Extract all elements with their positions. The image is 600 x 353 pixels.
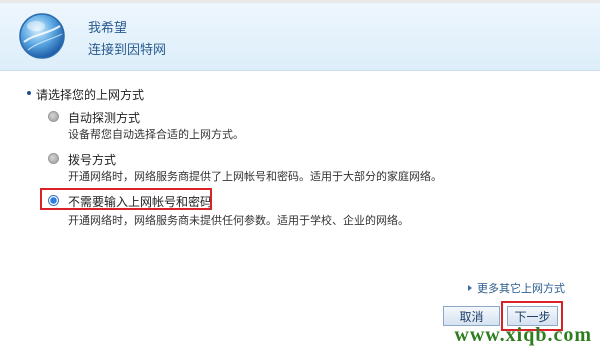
highlight-box-option bbox=[40, 188, 212, 210]
header-title: 我希望 bbox=[88, 21, 128, 36]
option-label: 自动探测方式 bbox=[68, 111, 141, 125]
globe-icon bbox=[19, 13, 65, 59]
header-subtitle: 连接到因特网 bbox=[88, 43, 167, 58]
radio-auto-detect[interactable] bbox=[48, 111, 59, 122]
wizard-header: 我希望 连接到因特网 bbox=[0, 3, 600, 71]
more-options-label: 更多其它上网方式 bbox=[477, 282, 565, 295]
radio-dialup[interactable] bbox=[48, 153, 59, 164]
more-options-link[interactable]: 更多其它上网方式 bbox=[468, 280, 565, 296]
bullet-icon bbox=[27, 91, 31, 95]
option-description: 开通网络时，网络服务商提供了上网帐号和密码。适用于大部分的家庭网络。 bbox=[68, 170, 442, 183]
section-title-text: 请选择您的上网方式 bbox=[36, 88, 145, 102]
section-title: 请选择您的上网方式 bbox=[27, 86, 145, 103]
option-description: 设备帮您自动选择合适的上网方式。 bbox=[68, 128, 244, 141]
option-description: 开通网络时，网络服务商未提供任何参数。适用于学校、企业的网络。 bbox=[68, 214, 409, 227]
cancel-button[interactable]: 取消 bbox=[443, 306, 500, 326]
watermark: www.xiqb.com bbox=[454, 324, 592, 346]
arrow-right-icon bbox=[468, 285, 472, 291]
option-label: 拨号方式 bbox=[68, 153, 117, 167]
